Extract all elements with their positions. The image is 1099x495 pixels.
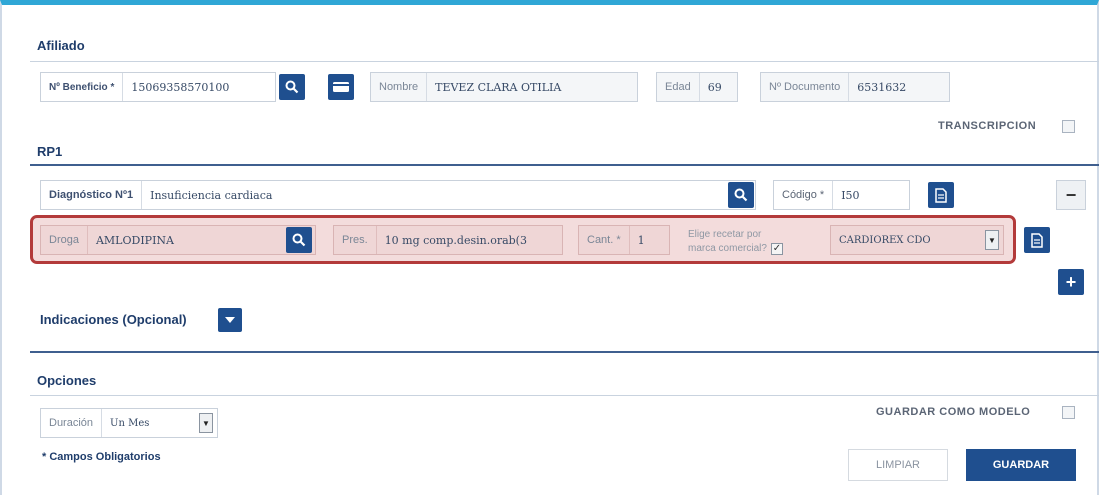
edad-value: 69 <box>707 80 722 94</box>
rp1-divider <box>30 164 1099 166</box>
rp1-title: RP1 <box>37 144 63 159</box>
marca-label: Elige recetar por marca comercial? ✓ <box>688 228 783 256</box>
beneficio-field[interactable]: Nº Beneficio * 15069358570100 <box>40 72 276 102</box>
documento-label: Nº Documento <box>761 73 850 101</box>
search-icon <box>734 188 748 202</box>
beneficio-label: Nº Beneficio * <box>41 73 124 101</box>
marca-checkbox[interactable]: ✓ <box>770 243 783 255</box>
limpiar-button[interactable]: LIMPIAR <box>848 449 948 481</box>
search-beneficio-button[interactable] <box>279 74 305 100</box>
cant-label: Cant. * <box>579 226 630 254</box>
pres-field[interactable]: Pres. 10 mg comp.desin.orab(3 <box>333 225 563 255</box>
indicaciones-toggle[interactable] <box>218 308 242 332</box>
droga-label: Droga <box>41 226 88 254</box>
edad-label: Edad <box>657 73 700 101</box>
chevron-down-icon <box>225 317 235 323</box>
cant-field[interactable]: Cant. * 1 <box>578 225 670 255</box>
diagnostico-doc-button[interactable] <box>928 182 954 208</box>
codigo-input[interactable]: I50 <box>833 189 867 202</box>
document-icon <box>935 187 947 203</box>
afiliado-title: Afiliado <box>37 38 85 53</box>
duracion-label: Duración <box>41 409 103 437</box>
afiliado-divider <box>30 61 1099 62</box>
search-droga-button[interactable] <box>286 227 312 253</box>
transcripcion-checkbox[interactable] <box>1062 120 1075 133</box>
search-icon <box>285 80 299 94</box>
beneficio-input[interactable]: 15069358570100 <box>123 81 237 94</box>
indicaciones-title[interactable]: Indicaciones (Opcional) <box>40 312 187 327</box>
marca-select-value: CARDIOREX CDO <box>839 234 931 246</box>
codigo-label: Código * <box>774 181 834 209</box>
opciones-divider <box>30 395 1099 396</box>
droga-field[interactable]: Droga AMLODIPINA <box>40 225 316 255</box>
droga-doc-button[interactable] <box>1024 227 1050 253</box>
duracion-select[interactable]: Duración Un Mes ▼ <box>40 408 218 438</box>
add-drug-button[interactable]: + <box>1058 269 1084 295</box>
document-icon <box>1031 232 1043 248</box>
guardar-modelo-checkbox[interactable] <box>1062 406 1075 419</box>
cant-input[interactable]: 1 <box>630 234 653 247</box>
documento-value: 6531632 <box>857 80 907 94</box>
guardar-button[interactable]: GUARDAR <box>966 449 1076 481</box>
remove-row-button[interactable]: − <box>1056 180 1086 210</box>
marca-label-line1: Elige recetar por <box>688 229 762 240</box>
indicaciones-divider <box>30 351 1099 353</box>
nombre-field: Nombre TEVEZ CLARA OTILIA <box>370 72 638 102</box>
nombre-value: TEVEZ CLARA OTILIA <box>435 80 562 94</box>
transcripcion-label: TRANSCRIPCION <box>938 120 1037 132</box>
diagnostico-input[interactable]: Insuficiencia cardiaca <box>142 189 280 202</box>
guardar-modelo-label: GUARDAR COMO MODELO <box>876 406 1031 418</box>
droga-input[interactable]: AMLODIPINA <box>88 234 182 247</box>
card-icon <box>333 82 349 92</box>
obligatorios-note: * Campos Obligatorios <box>42 451 161 463</box>
diagnostico-label: Diagnóstico Nº1 <box>41 181 143 209</box>
opciones-title: Opciones <box>37 373 97 388</box>
codigo-field[interactable]: Código * I50 <box>773 180 910 210</box>
nombre-label: Nombre <box>371 73 428 101</box>
diagnostico-field[interactable]: Diagnóstico Nº1 Insuficiencia cardiaca <box>40 180 756 210</box>
chevron-down-icon: ▼ <box>199 413 213 433</box>
search-diagnostico-button[interactable] <box>728 182 754 208</box>
chevron-down-icon: ▼ <box>985 230 999 250</box>
card-reader-button[interactable] <box>328 74 354 100</box>
pres-input[interactable]: 10 mg comp.desin.orab(3 <box>377 234 535 247</box>
marca-label-line2: marca comercial? <box>688 243 767 254</box>
edad-field: Edad 69 <box>656 72 738 102</box>
marca-select[interactable]: CARDIOREX CDO ▼ <box>830 225 1004 255</box>
pres-label: Pres. <box>334 226 377 254</box>
documento-field: Nº Documento 6531632 <box>760 72 950 102</box>
duracion-value: Un Mes <box>110 417 150 429</box>
search-icon <box>292 233 306 247</box>
